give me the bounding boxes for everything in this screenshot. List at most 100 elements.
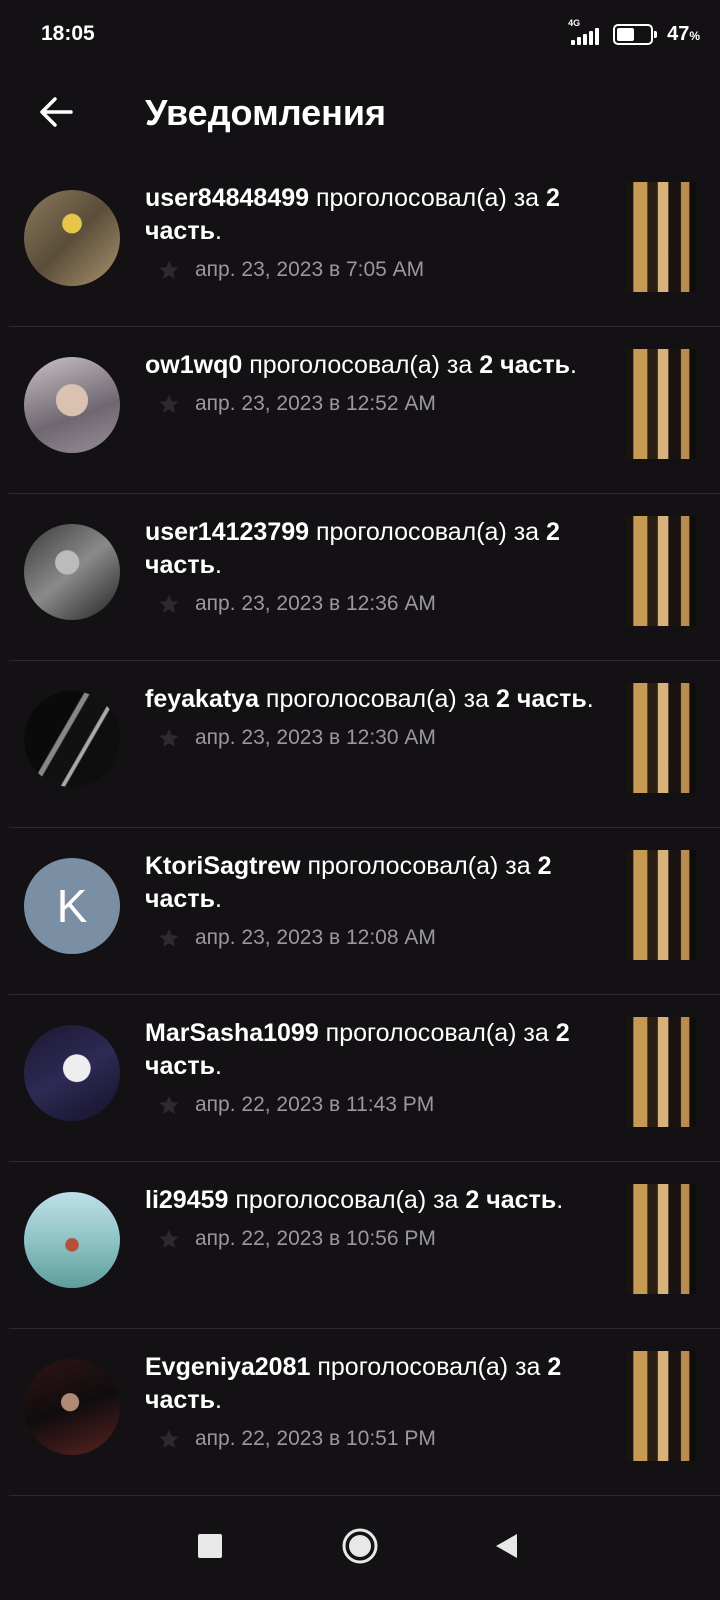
- avatar[interactable]: [24, 691, 120, 787]
- back-button[interactable]: [32, 88, 80, 136]
- notification-text: ow1wq0 проголосовал(а) за 2 часть. апр. 2…: [145, 349, 600, 416]
- part-title[interactable]: 2 часть: [479, 351, 570, 379]
- home-button[interactable]: [332, 1518, 388, 1574]
- notification-message: KtoriSagtrew проголосовал(а) за 2 часть.: [145, 850, 600, 916]
- notification-text: user84848499 проголосовал(а) за 2 часть.…: [145, 182, 600, 282]
- star-icon: [158, 259, 180, 281]
- punctuation: .: [214, 1386, 222, 1414]
- action-text: проголосовал(а) за: [258, 685, 496, 713]
- punctuation: .: [586, 685, 594, 713]
- avatar[interactable]: [24, 524, 120, 620]
- action-text: проголосовал(а) за: [242, 351, 480, 379]
- notification-text: user14123799 проголосовал(а) за 2 часть.…: [145, 516, 600, 616]
- username[interactable]: MarSasha1099: [145, 1019, 319, 1047]
- timestamp: апр. 23, 2023 в 12:36 AM: [195, 592, 436, 615]
- star-icon: [158, 1094, 180, 1116]
- punctuation: .: [214, 885, 222, 913]
- story-cover-thumbnail[interactable]: [626, 349, 696, 459]
- notification-item[interactable]: feyakatya проголосовал(а) за 2 часть. апр…: [0, 661, 720, 828]
- star-icon: [158, 927, 180, 949]
- star-icon: [158, 593, 180, 615]
- story-cover-thumbnail[interactable]: [626, 1351, 696, 1461]
- notification-text: KtoriSagtrew проголосовал(а) за 2 часть.…: [145, 850, 600, 950]
- battery-percent: 47%: [667, 22, 700, 45]
- action-text: проголосовал(а) за: [310, 1353, 548, 1381]
- action-text: проголосовал(а) за: [318, 1019, 556, 1047]
- star-icon: [158, 1228, 180, 1250]
- punctuation: .: [214, 217, 222, 245]
- timestamp: апр. 23, 2023 в 7:05 AM: [195, 258, 425, 281]
- action-text: проголосовал(а) за: [300, 852, 538, 880]
- system-nav-bar: [0, 1490, 720, 1600]
- notification-item[interactable]: li29459 проголосовал(а) за 2 часть. апр. …: [0, 1162, 720, 1329]
- notification-text: MarSasha1099 проголосовал(а) за 2 часть.…: [145, 1017, 600, 1117]
- punctuation: .: [214, 551, 222, 579]
- notification-meta: апр. 23, 2023 в 12:08 AM: [145, 926, 600, 950]
- notification-item[interactable]: Evgeniya2081 проголосовал(а) за 2 часть.…: [0, 1329, 720, 1496]
- notification-message: user84848499 проголосовал(а) за 2 часть.: [145, 182, 600, 248]
- username[interactable]: KtoriSagtrew: [145, 852, 301, 880]
- avatar[interactable]: [24, 357, 120, 453]
- username[interactable]: feyakatya: [145, 685, 259, 713]
- username[interactable]: li29459: [145, 1186, 228, 1214]
- timestamp: апр. 23, 2023 в 12:52 AM: [195, 392, 436, 415]
- notification-message: ow1wq0 проголосовал(а) за 2 часть.: [145, 349, 600, 382]
- notification-item[interactable]: MarSasha1099 проголосовал(а) за 2 часть.…: [0, 995, 720, 1162]
- circle-icon: [342, 1528, 378, 1564]
- avatar[interactable]: K: [24, 858, 120, 954]
- avatar[interactable]: [24, 1192, 120, 1288]
- notification-message: MarSasha1099 проголосовал(а) за 2 часть.: [145, 1017, 600, 1083]
- star-icon: [158, 393, 180, 415]
- avatar[interactable]: [24, 1359, 120, 1455]
- avatar[interactable]: [24, 190, 120, 286]
- punctuation: .: [570, 351, 577, 379]
- status-bar: 18:05 4G 47%: [0, 0, 720, 72]
- action-text: проголосовал(а) за: [309, 518, 547, 546]
- notification-list: user84848499 проголосовал(а) за 2 часть.…: [0, 160, 720, 1496]
- timestamp: апр. 23, 2023 в 12:08 AM: [195, 926, 436, 949]
- timestamp: апр. 22, 2023 в 11:43 PM: [195, 1093, 435, 1116]
- star-icon: [158, 1428, 180, 1450]
- arrow-left-icon: [40, 97, 73, 127]
- action-text: проголосовал(а) за: [228, 1186, 466, 1214]
- signal-icon: 4G: [565, 18, 603, 47]
- status-time: 18:05: [41, 22, 95, 45]
- notification-meta: апр. 23, 2023 в 7:05 AM: [145, 258, 600, 282]
- username[interactable]: ow1wq0: [145, 351, 242, 379]
- notification-text: li29459 проголосовал(а) за 2 часть. апр. …: [145, 1184, 600, 1251]
- timestamp: апр. 22, 2023 в 10:56 PM: [195, 1227, 436, 1250]
- username[interactable]: user14123799: [145, 518, 309, 546]
- notification-item[interactable]: user84848499 проголосовал(а) за 2 часть.…: [0, 160, 720, 327]
- timestamp: апр. 22, 2023 в 10:51 PM: [195, 1427, 436, 1450]
- network-type: 4G: [568, 18, 581, 28]
- avatar[interactable]: [24, 1025, 120, 1121]
- notification-meta: апр. 23, 2023 в 12:36 AM: [145, 592, 600, 616]
- notification-message: li29459 проголосовал(а) за 2 часть.: [145, 1184, 600, 1217]
- story-cover-thumbnail[interactable]: [626, 516, 696, 626]
- story-cover-thumbnail[interactable]: [626, 850, 696, 960]
- nav-back-button[interactable]: [478, 1518, 534, 1574]
- notification-item[interactable]: ow1wq0 проголосовал(а) за 2 часть. апр. 2…: [0, 327, 720, 494]
- notification-message: Evgeniya2081 проголосовал(а) за 2 часть.: [145, 1351, 600, 1417]
- action-text: проголосовал(а) за: [309, 184, 547, 212]
- part-title[interactable]: 2 часть: [465, 1186, 556, 1214]
- username[interactable]: user84848499: [145, 184, 309, 212]
- notification-meta: апр. 22, 2023 в 10:51 PM: [145, 1427, 600, 1451]
- part-title[interactable]: 2 часть: [496, 685, 587, 713]
- square-icon: [198, 1534, 222, 1558]
- recents-button[interactable]: [182, 1518, 238, 1574]
- story-cover-thumbnail[interactable]: [626, 683, 696, 793]
- notification-message: feyakatya проголосовал(а) за 2 часть.: [145, 683, 600, 716]
- punctuation: .: [556, 1186, 564, 1214]
- story-cover-thumbnail[interactable]: [626, 1184, 696, 1294]
- triangle-back-icon: [496, 1534, 517, 1558]
- story-cover-thumbnail[interactable]: [626, 182, 696, 292]
- username[interactable]: Evgeniya2081: [145, 1353, 310, 1381]
- battery-icon: [613, 23, 658, 45]
- story-cover-thumbnail[interactable]: [626, 1017, 696, 1127]
- notification-meta: апр. 23, 2023 в 12:30 AM: [145, 726, 600, 750]
- notification-item[interactable]: user14123799 проголосовал(а) за 2 часть.…: [0, 494, 720, 661]
- notification-message: user14123799 проголосовал(а) за 2 часть.: [145, 516, 600, 582]
- notification-item[interactable]: K KtoriSagtrew проголосовал(а) за 2 часть…: [0, 828, 720, 995]
- avatar-letter: K: [56, 880, 88, 932]
